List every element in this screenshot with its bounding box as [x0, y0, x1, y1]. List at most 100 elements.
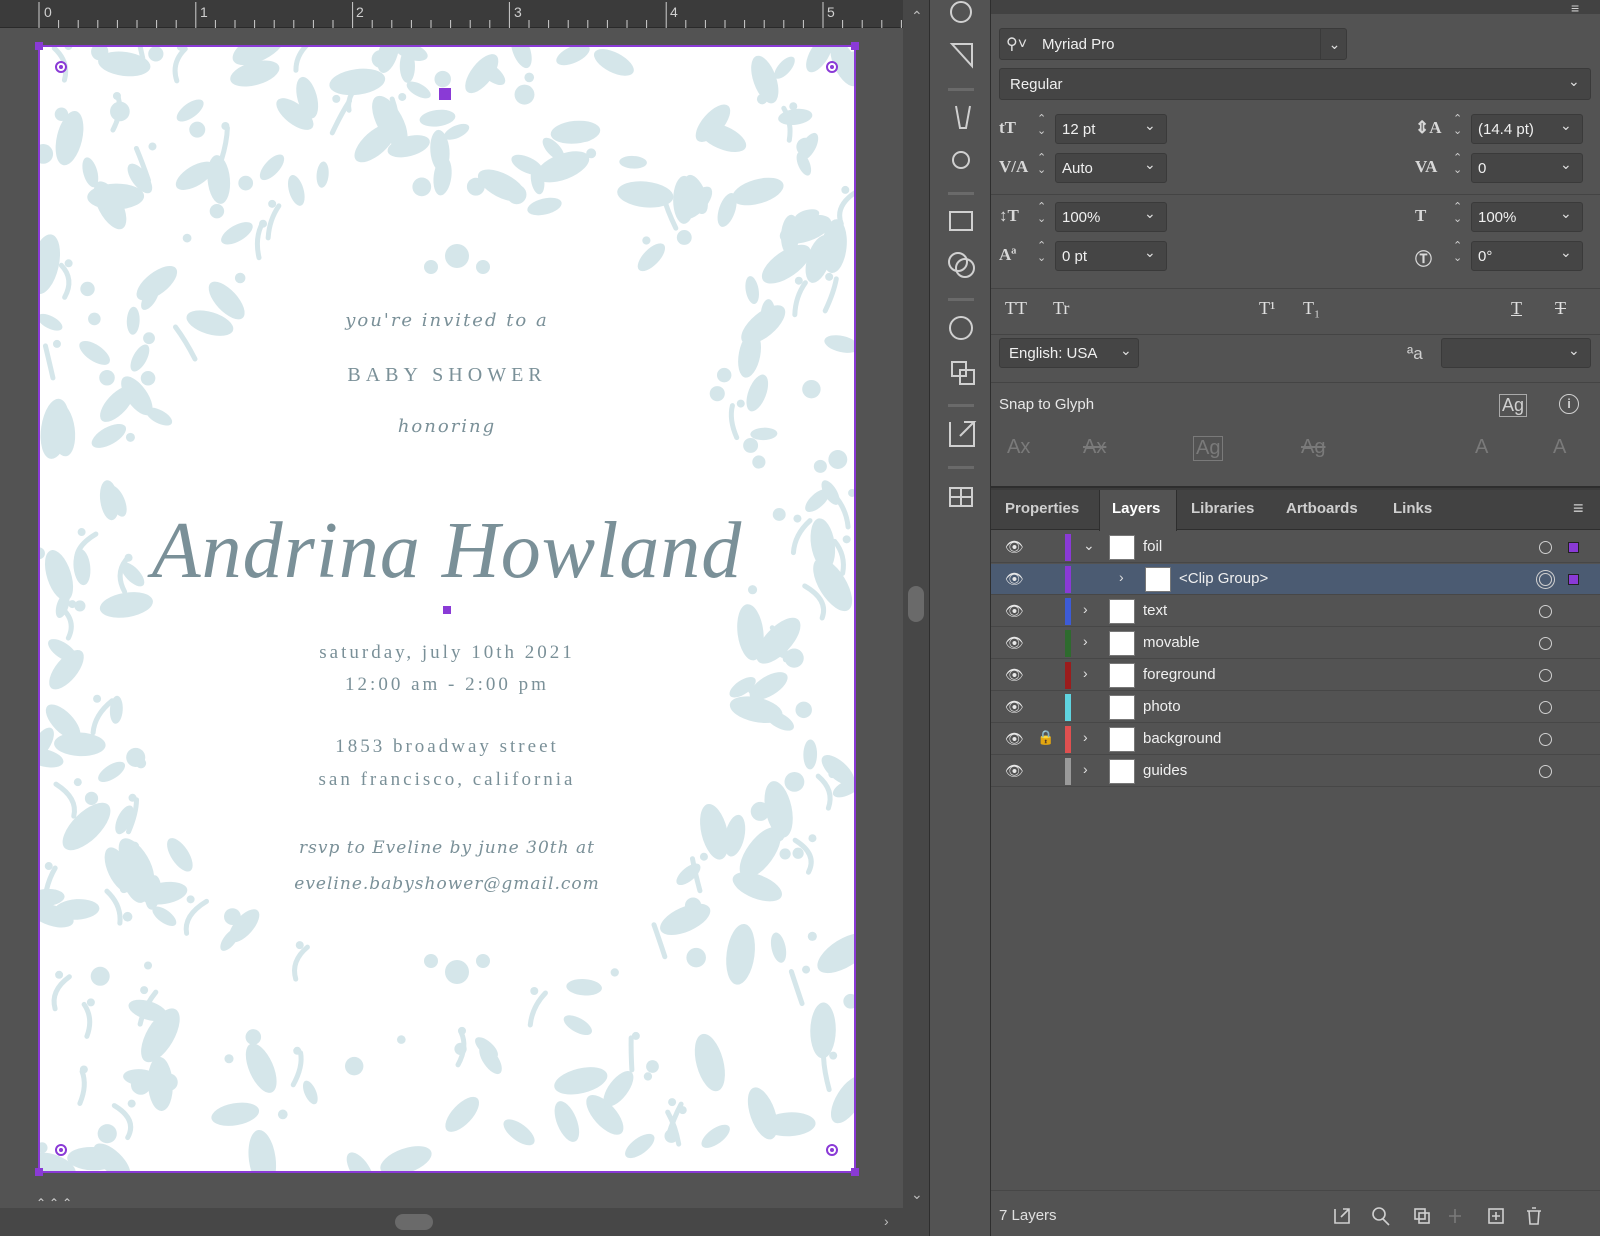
snap-glyph-icon[interactable]: Ag	[1499, 394, 1528, 417]
chevron-right-icon[interactable]: ›	[1083, 665, 1088, 681]
layer-name[interactable]: foil	[1143, 538, 1162, 555]
language-select[interactable]: English: USA ⌄	[999, 338, 1139, 368]
visibility-eye-icon[interactable]: 👁	[1005, 570, 1024, 588]
target-circle-icon[interactable]	[1539, 701, 1552, 714]
horizontal-scroll-thumb[interactable]	[395, 1214, 433, 1230]
font-family-field[interactable]: ⚲˅ Myriad Pro ⌄	[999, 28, 1347, 60]
vscale-input[interactable]: 100% ⌄	[1055, 202, 1167, 232]
layer-name[interactable]: foreground	[1143, 666, 1216, 683]
font-style-value[interactable]: Regular	[1010, 76, 1063, 93]
selection-indicator[interactable]	[1568, 574, 1579, 585]
chevron-right-icon[interactable]: ›	[1083, 761, 1088, 777]
chevron-right-icon[interactable]: ›	[1083, 633, 1088, 649]
visibility-eye-icon[interactable]: 👁	[1005, 538, 1024, 556]
collapse-arrows-icon[interactable]: ⌃⌃⌃	[36, 1196, 75, 1210]
baseline-input[interactable]: 0 pt ⌄	[1055, 241, 1167, 271]
target-circle-icon[interactable]	[1539, 605, 1552, 618]
underline-button[interactable]: T	[1511, 298, 1522, 319]
target-circle-icon[interactable]	[1539, 637, 1552, 650]
chevron-right-icon[interactable]: ›	[1083, 729, 1088, 745]
tab-artboards[interactable]: Artboards	[1286, 500, 1358, 517]
chevron-down-icon[interactable]: ⌄	[1560, 205, 1572, 222]
stepper-arrows[interactable]: ⌃ ⌄	[1453, 201, 1462, 225]
chevron-down-icon[interactable]: ⌄	[1144, 156, 1156, 173]
target-circle-icon[interactable]	[1539, 765, 1552, 778]
target-circle-icon[interactable]	[1539, 541, 1552, 554]
rotation-value[interactable]: 0°	[1478, 248, 1492, 265]
vertical-scrollbar[interactable]: ⌃ ⌄	[903, 0, 929, 1208]
visibility-eye-icon[interactable]: 👁	[1005, 634, 1024, 652]
visibility-eye-icon[interactable]: 👁	[1005, 730, 1024, 748]
visibility-eye-icon[interactable]: 👁	[1005, 602, 1024, 620]
font-family-value[interactable]: Myriad Pro	[1042, 36, 1115, 53]
vscale-value[interactable]: 100%	[1062, 209, 1100, 226]
horizontal-scrollbar[interactable]: ›	[0, 1208, 929, 1236]
selection-indicator[interactable]	[1568, 542, 1579, 553]
layer-row[interactable]: 👁 › foreground	[991, 660, 1600, 691]
hscale-value[interactable]: 100%	[1478, 209, 1516, 226]
superscript-button[interactable]: T¹	[1259, 298, 1275, 319]
layer-row[interactable]: 👁 🔒 › background	[991, 724, 1600, 755]
selection-handle-tr[interactable]	[851, 42, 859, 50]
chevron-right-icon[interactable]: ›	[1083, 601, 1088, 617]
size-value[interactable]: 12 pt	[1062, 121, 1095, 138]
stepper-arrows[interactable]: ⌃ ⌄	[1037, 152, 1046, 176]
baseline-value[interactable]: 0 pt	[1062, 248, 1087, 265]
lock-icon[interactable]: 🔒	[1037, 729, 1054, 746]
rotation-input[interactable]: 0° ⌄	[1471, 241, 1583, 271]
layer-name[interactable]: text	[1143, 602, 1167, 619]
tab-layers-label[interactable]: Layers	[1112, 500, 1160, 517]
stepper-arrows[interactable]: ⌃ ⌄	[1453, 113, 1462, 137]
hscale-input[interactable]: 100% ⌄	[1471, 202, 1583, 232]
tab-libraries[interactable]: Libraries	[1191, 500, 1254, 517]
layer-row[interactable]: 👁 ⌄ foil	[991, 532, 1600, 563]
target-circle-icon[interactable]	[1539, 733, 1552, 746]
info-icon[interactable]: i	[1559, 394, 1579, 414]
layer-row[interactable]: 👁 › <Clip Group>	[991, 564, 1600, 595]
font-search-icon[interactable]: ⚲˅	[1006, 34, 1027, 54]
layer-name[interactable]: background	[1143, 730, 1221, 747]
chevron-down-icon[interactable]: ⌄	[1144, 117, 1156, 134]
stepper-arrows[interactable]: ⌃ ⌄	[1453, 152, 1462, 176]
size-input[interactable]: 12 pt ⌄	[1055, 114, 1167, 144]
tracking-input[interactable]: 0 ⌄	[1471, 153, 1583, 183]
strikethrough-button[interactable]: T	[1555, 298, 1566, 319]
tracking-value[interactable]: 0	[1478, 160, 1486, 177]
stepper-arrows[interactable]: ⌃ ⌄	[1037, 201, 1046, 225]
all-caps-button[interactable]: TT	[1005, 298, 1027, 319]
layer-name[interactable]: photo	[1143, 698, 1181, 715]
corner-widget-bl[interactable]	[55, 1144, 67, 1156]
panel-menu-icon[interactable]: ≡	[1573, 498, 1584, 519]
font-family-dropdown-button[interactable]: ⌄	[1320, 29, 1348, 59]
visibility-eye-icon[interactable]: 👁	[1005, 666, 1024, 684]
leading-value[interactable]: (14.4 pt)	[1478, 121, 1534, 138]
tab-properties[interactable]: Properties	[1005, 500, 1079, 517]
scroll-up-icon[interactable]: ⌃	[911, 8, 923, 25]
stepper-arrows[interactable]: ⌃ ⌄	[1453, 240, 1462, 264]
chevron-down-icon[interactable]: ⌄	[1120, 342, 1132, 359]
selection-handle-br[interactable]	[851, 1168, 859, 1176]
anchor-point-top[interactable]	[439, 88, 451, 100]
layer-row[interactable]: 👁 › guides	[991, 756, 1600, 787]
chevron-down-icon[interactable]: ⌄	[1560, 244, 1572, 261]
corner-widget-tl[interactable]	[55, 61, 67, 73]
chevron-down-icon[interactable]: ⌄	[1560, 117, 1572, 134]
layer-row[interactable]: 👁 › movable	[991, 628, 1600, 659]
chevron-down-icon[interactable]: ⌄	[1568, 73, 1580, 90]
anchor-point-center[interactable]	[443, 606, 451, 614]
chevron-down-icon[interactable]: ⌄	[1144, 205, 1156, 222]
angular-guides-button[interactable]: A	[1475, 436, 1488, 459]
chevron-right-icon[interactable]: ›	[1119, 569, 1124, 585]
chevron-down-icon[interactable]: ⌄	[1560, 156, 1572, 173]
scroll-right-icon[interactable]: ›	[884, 1213, 889, 1229]
anti-aliasing-select[interactable]: ⌄	[1441, 338, 1591, 368]
layer-name[interactable]: <Clip Group>	[1179, 570, 1268, 587]
glyph-baseline-button[interactable]: Ax	[1007, 436, 1030, 459]
selection-handle-bl[interactable]	[35, 1168, 43, 1176]
tab-links[interactable]: Links	[1393, 500, 1432, 517]
target-circle-icon[interactable]	[1539, 573, 1552, 586]
layer-row[interactable]: 👁 › text	[991, 596, 1600, 627]
kerning-input[interactable]: Auto ⌄	[1055, 153, 1167, 183]
stepper-arrows[interactable]: ⌃ ⌄	[1037, 240, 1046, 264]
scroll-down-icon[interactable]: ⌄	[911, 1186, 923, 1203]
